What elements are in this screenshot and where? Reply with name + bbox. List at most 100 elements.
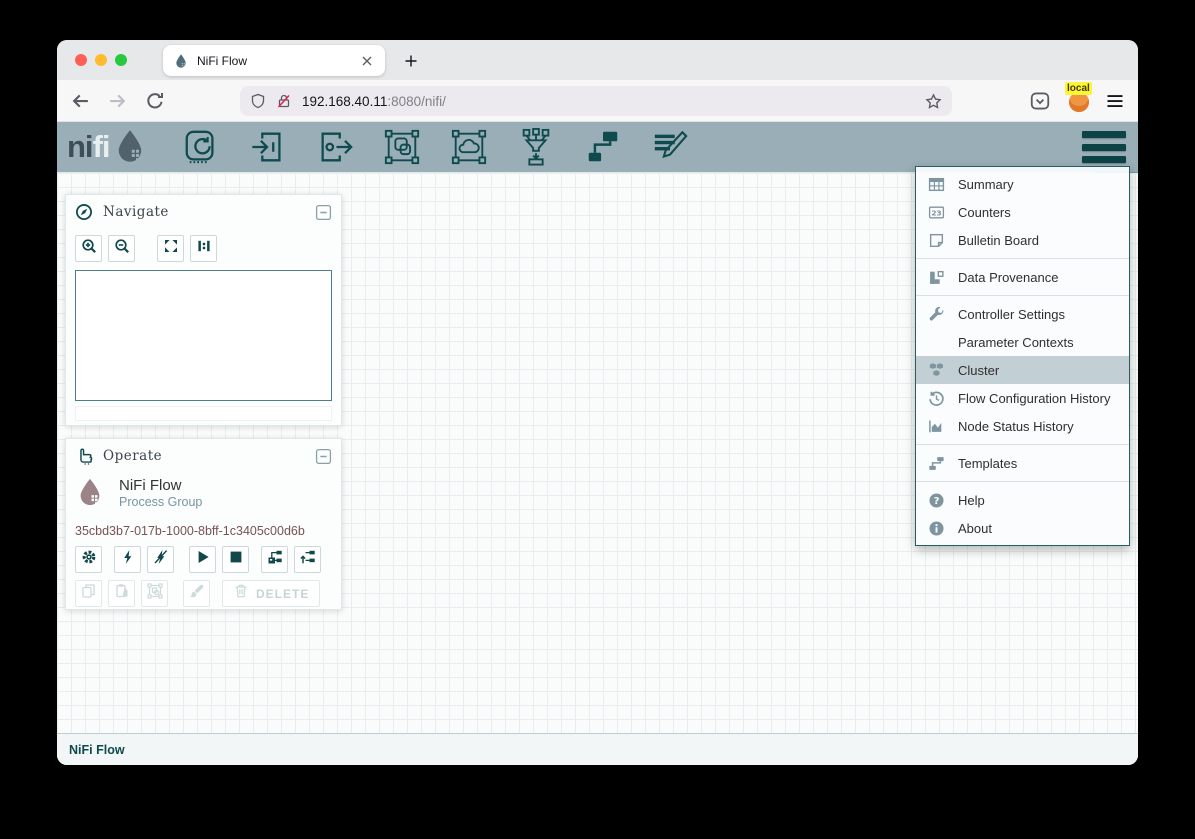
menu-item-label: Parameter Contexts	[958, 335, 1074, 350]
menu-item-data-provenance[interactable]: Data Provenance	[916, 263, 1129, 291]
lightning-icon	[120, 549, 136, 570]
titlebar: NiFi Flow	[57, 40, 1138, 80]
no-icon	[928, 334, 945, 351]
template-icon[interactable]	[582, 126, 624, 168]
zoom-in-button[interactable]	[75, 235, 102, 262]
menu-item-controller-settings[interactable]: Controller Settings	[916, 300, 1129, 328]
zoom-window-button[interactable]	[115, 54, 127, 66]
remote-process-group-icon[interactable]	[448, 126, 490, 168]
flow-configuration-history-icon	[928, 390, 945, 407]
flow-type: Process Group	[119, 495, 202, 509]
help-icon: ?	[928, 492, 945, 509]
nifi-logo-fi: fi	[93, 129, 110, 165]
desktop: NiFi Flow	[0, 0, 1195, 839]
menu-item-cluster[interactable]: Cluster	[916, 356, 1129, 384]
birdseye-minimap[interactable]	[75, 270, 332, 401]
close-window-button[interactable]	[75, 54, 87, 66]
new-tab-button[interactable]	[399, 49, 423, 73]
copy-icon	[81, 583, 97, 604]
close-tab-icon[interactable]	[359, 53, 375, 69]
browser-navbar: 192.168.40.11:8080/nifi/ local	[57, 80, 1138, 122]
firefox-menu-button[interactable]	[1105, 91, 1125, 111]
output-port-icon[interactable]	[314, 126, 356, 168]
menu-item-label: Flow Configuration History	[958, 391, 1110, 406]
process-group-icon[interactable]	[381, 126, 423, 168]
insecure-lock-icon[interactable]	[276, 93, 292, 109]
paste-icon	[114, 583, 130, 604]
label-icon[interactable]	[649, 126, 691, 168]
breadcrumb[interactable]: NiFi Flow	[69, 743, 125, 757]
delete-button: DELETE	[222, 580, 320, 607]
paste-button	[108, 580, 135, 607]
gear-icon	[81, 549, 97, 570]
bookmark-star-icon[interactable]	[925, 93, 942, 110]
minimize-window-button[interactable]	[95, 54, 107, 66]
shield-icon[interactable]	[250, 93, 266, 109]
controller-settings-icon	[928, 306, 945, 323]
configuration-button[interactable]	[75, 546, 102, 573]
navigate-header[interactable]: Navigate	[66, 195, 341, 229]
navigate-buttons	[66, 229, 341, 262]
zoom-out-button[interactable]	[108, 235, 135, 262]
menu-item-counters[interactable]: 23 Counters	[916, 198, 1129, 226]
fit-icon	[163, 238, 179, 259]
nifi-logo: nifi	[67, 128, 148, 166]
nifi-global-menu: Summary 23 Counters Bulletin Board Data Prov…	[915, 166, 1130, 546]
revert-version-button[interactable]	[294, 546, 321, 573]
collapse-navigate-icon[interactable]	[315, 204, 332, 221]
back-button[interactable]	[71, 91, 91, 111]
menu-separator	[916, 295, 1129, 296]
browser-window: NiFi Flow	[57, 40, 1138, 765]
menu-item-flow-configuration-history[interactable]: Flow Configuration History	[916, 384, 1129, 412]
revert-version-icon	[300, 549, 316, 570]
nifi-logo-ni: ni	[67, 129, 93, 165]
menu-item-parameter-contexts[interactable]: Parameter Contexts	[916, 328, 1129, 356]
collapse-operate-icon[interactable]	[315, 448, 332, 465]
url-bar[interactable]: 192.168.40.11:8080/nifi/	[240, 86, 952, 116]
menu-item-about[interactable]: About	[916, 514, 1129, 542]
menu-separator	[916, 258, 1129, 259]
input-port-icon[interactable]	[247, 126, 289, 168]
save-version-button[interactable]	[261, 546, 288, 573]
menu-item-templates[interactable]: Templates	[916, 449, 1129, 477]
tab-title: NiFi Flow	[197, 54, 359, 68]
navigate-footer	[75, 406, 332, 421]
nifi-header: nifi	[57, 122, 1138, 172]
menu-item-help[interactable]: ?Help	[916, 486, 1129, 514]
operate-header[interactable]: Operate	[66, 439, 341, 473]
process-group-drop-icon	[75, 477, 105, 515]
zoom-actual-button[interactable]	[190, 235, 217, 262]
pocket-icon[interactable]	[1029, 90, 1051, 112]
counters-icon: 23	[928, 204, 945, 221]
disable-button[interactable]	[147, 546, 174, 573]
processor-icon[interactable]	[180, 126, 222, 168]
enable-button[interactable]	[114, 546, 141, 573]
node-status-history-icon	[928, 418, 945, 435]
stop-button[interactable]	[222, 546, 249, 573]
reload-button[interactable]	[145, 91, 165, 111]
operate-title: Operate	[103, 448, 315, 464]
operate-actions-row1	[66, 538, 341, 573]
one-to-one-icon	[196, 238, 212, 259]
menu-item-label: Counters	[958, 205, 1011, 220]
url-text[interactable]: 192.168.40.11:8080/nifi/	[302, 94, 925, 109]
group-button	[141, 580, 168, 607]
menu-item-summary[interactable]: Summary	[916, 170, 1129, 198]
group-icon	[147, 583, 163, 604]
url-path: :8080/nifi/	[387, 94, 446, 109]
zoom-fit-button[interactable]	[157, 235, 184, 262]
svg-text:23: 23	[931, 208, 941, 217]
funnel-icon[interactable]	[515, 126, 557, 168]
browser-tab[interactable]: NiFi Flow	[163, 45, 385, 76]
delete-label: DELETE	[256, 587, 309, 601]
start-button[interactable]	[189, 546, 216, 573]
menu-item-label: Bulletin Board	[958, 233, 1039, 248]
nifi-global-menu-button[interactable]	[1082, 131, 1126, 163]
nifi-logo-drop-icon	[112, 128, 148, 166]
menu-item-node-status-history[interactable]: Node Status History	[916, 412, 1129, 440]
forward-button[interactable]	[107, 91, 127, 111]
avatar-icon	[1069, 92, 1089, 112]
profile-avatar[interactable]: local	[1067, 88, 1093, 114]
menu-item-label: Templates	[958, 456, 1017, 471]
menu-item-bulletin-board[interactable]: Bulletin Board	[916, 226, 1129, 254]
